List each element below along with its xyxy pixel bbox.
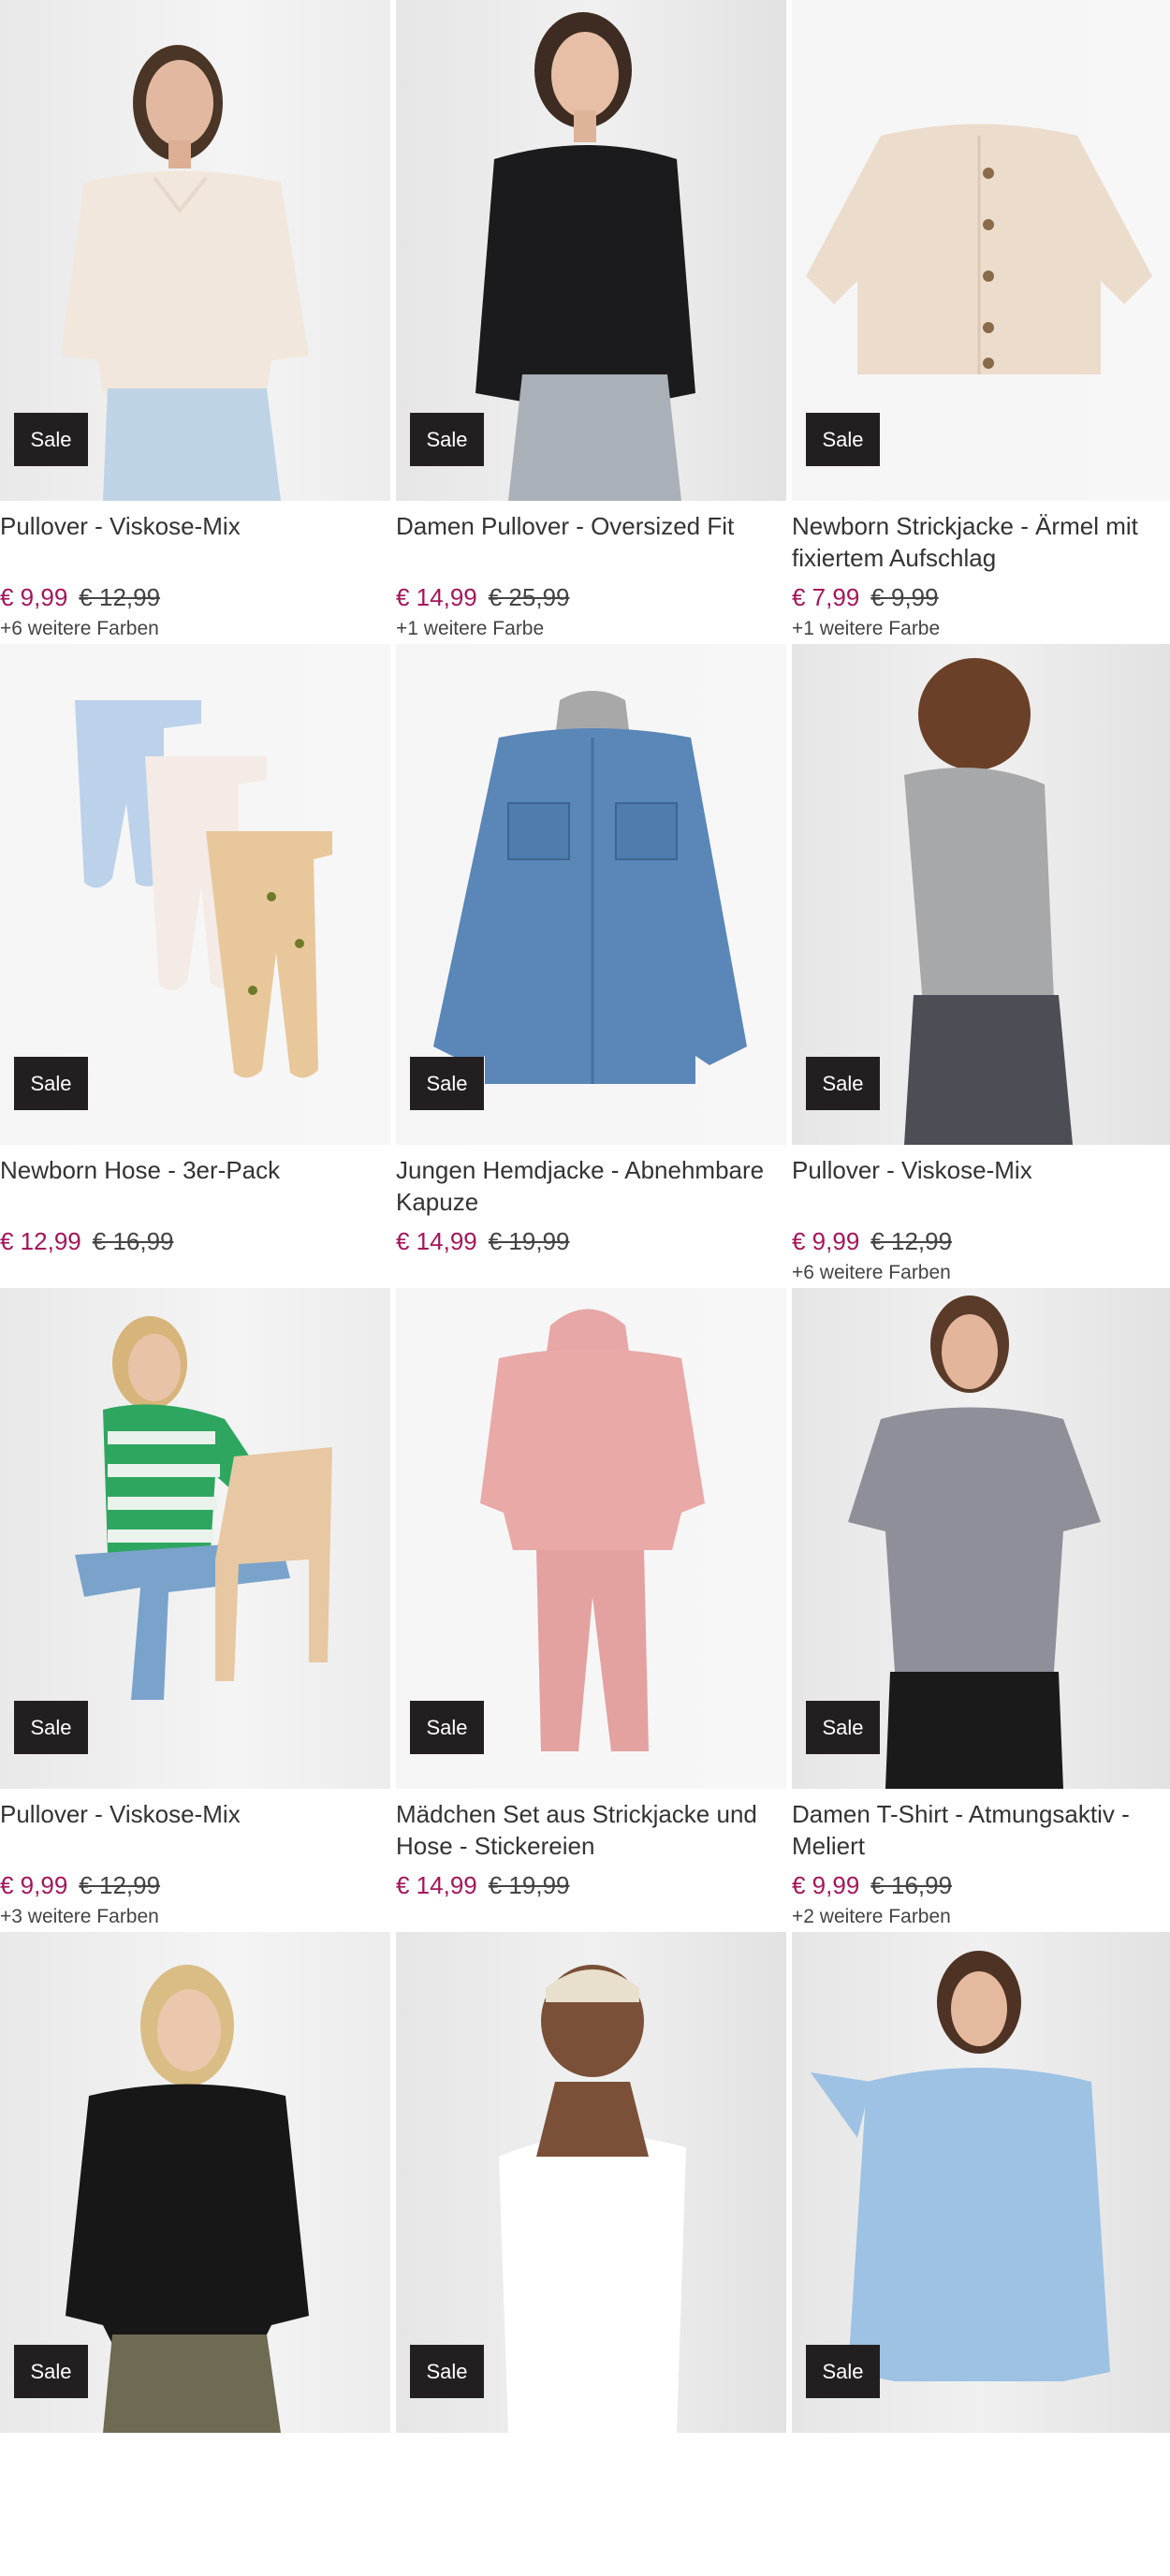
product-card[interactable]: Sale Newborn Strickjacke - Ärmel mit fix… — [792, 0, 1170, 644]
price-row: € 14,99 € 19,99 — [396, 1869, 786, 1901]
sale-badge: Sale — [410, 413, 484, 466]
product-card[interactable]: Sale Pullover - Viskose-Mix € 9,99 € 12,… — [792, 644, 1170, 1288]
old-price: € 12,99 — [79, 583, 161, 611]
product-title[interactable]: Newborn Hose - 3er-Pack — [0, 1154, 390, 1218]
more-colors-note[interactable]: +6 weitere Farben — [792, 1261, 1170, 1285]
price-row: € 14,99 € 25,99 — [396, 581, 786, 613]
price-row: € 9,99 € 12,99 — [792, 1225, 1170, 1257]
price-row: € 9,99 € 16,99 — [792, 1869, 1170, 1901]
product-title[interactable]: Damen T-Shirt - Atmungsaktiv - Meliert — [792, 1798, 1170, 1862]
sale-badge: Sale — [14, 413, 88, 466]
sale-badge: Sale — [806, 1057, 880, 1110]
old-price: € 19,99 — [488, 1227, 570, 1255]
old-price: € 9,99 — [870, 583, 939, 611]
product-image[interactable]: Sale — [792, 0, 1170, 501]
old-price: € 16,99 — [870, 1871, 953, 1899]
sale-badge: Sale — [14, 1701, 88, 1754]
more-colors-note[interactable]: +1 weitere Farbe — [792, 617, 1170, 641]
sale-badge: Sale — [14, 1057, 88, 1110]
sale-price: € 9,99 — [792, 1227, 860, 1255]
product-card[interactable]: Sale — [396, 1932, 786, 2576]
old-price: € 12,99 — [870, 1227, 953, 1255]
product-title[interactable]: Pullover - Viskose-Mix — [0, 1798, 390, 1862]
product-image[interactable]: Sale — [0, 1932, 390, 2433]
product-title[interactable]: Damen Pullover - Oversized Fit — [396, 510, 786, 574]
sale-price: € 9,99 — [0, 583, 68, 611]
sale-price: € 9,99 — [0, 1871, 68, 1899]
product-title[interactable]: Newborn Strickjacke - Ärmel mit fixierte… — [792, 510, 1170, 574]
product-image[interactable]: Sale — [0, 0, 390, 501]
product-card[interactable]: Sale — [0, 1932, 390, 2576]
sale-badge: Sale — [410, 2345, 484, 2398]
product-title[interactable]: Mädchen Set aus Strickjacke und Hose - S… — [396, 1798, 786, 1862]
product-image[interactable]: Sale — [396, 0, 786, 501]
sale-badge: Sale — [806, 1701, 880, 1754]
product-card[interactable]: Sale Newborn Hose - 3er-Pack € 12,99 € 1… — [0, 644, 390, 1288]
product-title[interactable]: Pullover - Viskose-Mix — [0, 510, 390, 574]
product-image[interactable]: Sale — [396, 644, 786, 1145]
old-price: € 19,99 — [488, 1871, 570, 1899]
product-card[interactable]: Sale Mädchen Set aus Strickjacke und Hos… — [396, 1288, 786, 1932]
sale-price: € 14,99 — [396, 1227, 477, 1255]
product-image[interactable]: Sale — [396, 1932, 786, 2433]
more-colors-note[interactable]: +3 weitere Farben — [0, 1905, 390, 1929]
product-grid: Sale Pullover - Viskose-Mix € 9,99 € 12,… — [0, 0, 1170, 2576]
more-colors-note[interactable]: +2 weitere Farben — [792, 1905, 1170, 1929]
sale-price: € 9,99 — [792, 1871, 860, 1899]
product-card[interactable]: Sale Damen T-Shirt - Atmungsaktiv - Meli… — [792, 1288, 1170, 1932]
price-row: € 7,99 € 9,99 — [792, 581, 1170, 613]
product-image[interactable]: Sale — [792, 644, 1170, 1145]
sale-price: € 14,99 — [396, 583, 477, 611]
product-title[interactable]: Pullover - Viskose-Mix — [792, 1154, 1170, 1218]
old-price: € 16,99 — [92, 1227, 174, 1255]
product-card[interactable]: Sale Pullover - Viskose-Mix € 9,99 € 12,… — [0, 1288, 390, 1932]
price-row: € 12,99 € 16,99 — [0, 1225, 390, 1257]
more-colors-note[interactable]: +1 weitere Farbe — [396, 617, 786, 641]
sale-price: € 7,99 — [792, 583, 860, 611]
sale-badge: Sale — [410, 1057, 484, 1110]
sale-badge: Sale — [806, 2345, 880, 2398]
product-title[interactable]: Jungen Hemdjacke - Abnehmbare Kapuze — [396, 1154, 786, 1218]
product-card[interactable]: Sale Damen Pullover - Oversized Fit € 14… — [396, 0, 786, 644]
sale-price: € 14,99 — [396, 1871, 477, 1899]
old-price: € 25,99 — [488, 583, 570, 611]
price-row: € 14,99 € 19,99 — [396, 1225, 786, 1257]
product-image[interactable]: Sale — [792, 1932, 1170, 2433]
product-image[interactable]: Sale — [792, 1288, 1170, 1789]
sale-badge: Sale — [806, 413, 880, 466]
product-image[interactable]: Sale — [0, 1288, 390, 1789]
old-price: € 12,99 — [79, 1871, 161, 1899]
sale-badge: Sale — [410, 1701, 484, 1754]
sale-badge: Sale — [14, 2345, 88, 2398]
product-image[interactable]: Sale — [396, 1288, 786, 1789]
price-row: € 9,99 € 12,99 — [0, 1869, 390, 1901]
sale-price: € 12,99 — [0, 1227, 81, 1255]
product-image[interactable]: Sale — [0, 644, 390, 1145]
price-row: € 9,99 € 12,99 — [0, 581, 390, 613]
product-card[interactable]: Sale — [792, 1932, 1170, 2576]
more-colors-note[interactable]: +6 weitere Farben — [0, 617, 390, 641]
product-card[interactable]: Sale Jungen Hemdjacke - Abnehmbare Kapuz… — [396, 644, 786, 1288]
product-card[interactable]: Sale Pullover - Viskose-Mix € 9,99 € 12,… — [0, 0, 390, 644]
